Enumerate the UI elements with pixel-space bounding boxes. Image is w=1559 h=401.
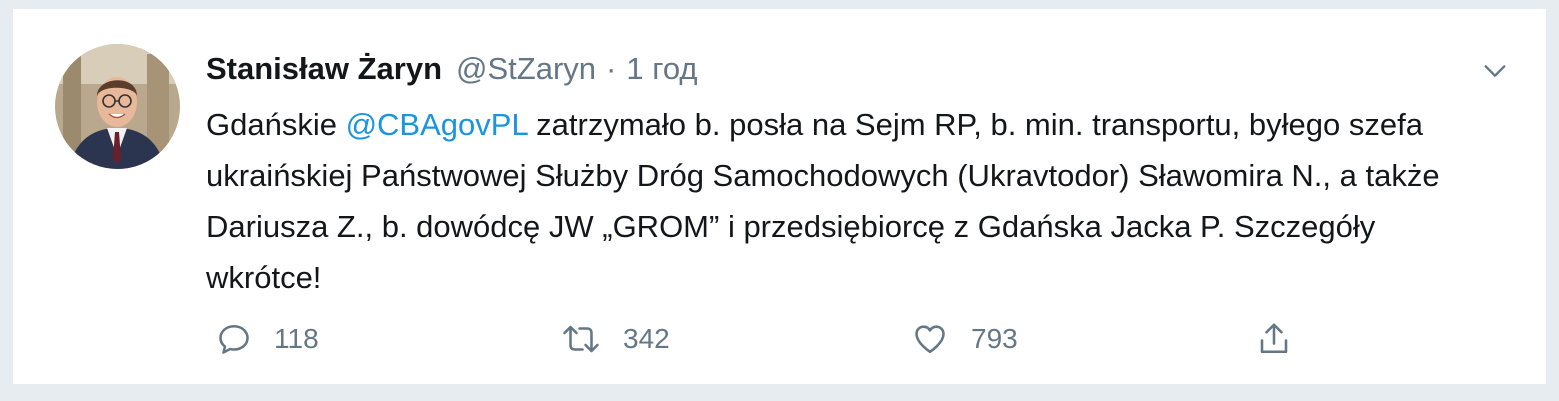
reply-button[interactable]: 118 xyxy=(216,317,319,361)
avatar[interactable] xyxy=(55,44,180,169)
tweet-text: Gdańskie @CBAgovPL zatrzymało b. posła n… xyxy=(206,99,1496,303)
like-button[interactable]: 793 xyxy=(911,317,1018,361)
tweet-header: Stanisław Żaryn @StZaryn · 1 год xyxy=(206,49,698,89)
tweet-text-part1: Gdańskie xyxy=(206,107,346,142)
tweet-timestamp[interactable]: 1 год xyxy=(626,49,697,89)
retweet-icon xyxy=(563,325,599,353)
author-name[interactable]: Stanisław Żaryn xyxy=(206,49,442,89)
author-handle[interactable]: @StZaryn xyxy=(456,49,596,89)
speech-bubble-icon xyxy=(219,324,249,354)
mention-link[interactable]: @CBAgovPL xyxy=(346,107,528,142)
tweet-menu-button[interactable] xyxy=(1475,51,1515,91)
tweet-card[interactable]: Stanisław Żaryn @StZaryn · 1 год Gdański… xyxy=(12,8,1547,385)
avatar-image xyxy=(55,44,180,169)
retweet-count: 342 xyxy=(623,323,670,354)
share-button[interactable] xyxy=(1256,317,1292,361)
separator-dot: · xyxy=(606,51,617,86)
tweet-actions: 118 342 793 xyxy=(206,317,1316,361)
chevron-down-icon xyxy=(1484,65,1506,77)
heart-icon xyxy=(915,325,945,354)
share-icon xyxy=(1260,323,1288,354)
retweet-button[interactable]: 342 xyxy=(561,317,670,361)
like-count: 793 xyxy=(971,323,1018,354)
reply-count: 118 xyxy=(274,323,319,354)
